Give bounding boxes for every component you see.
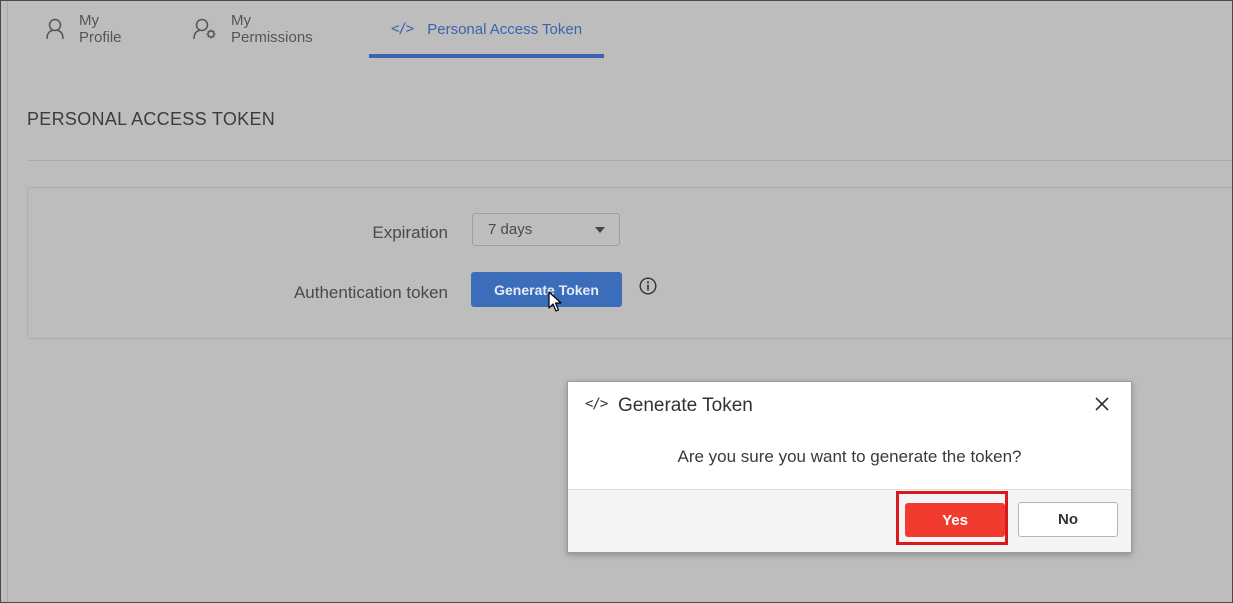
user-gear-icon — [193, 18, 217, 40]
expiration-select[interactable]: 7 days — [472, 213, 620, 246]
mouse-pointer-icon — [548, 291, 562, 313]
yes-button[interactable]: Yes — [905, 503, 1005, 537]
user-icon — [45, 18, 65, 40]
left-divider — [7, 1, 8, 602]
expiration-value: 7 days — [488, 221, 533, 238]
title-divider — [27, 160, 1232, 161]
tab-label: My Permissions — [231, 12, 313, 46]
active-tab-indicator — [369, 54, 604, 58]
dialog-message: Are you sure you want to generate the to… — [677, 447, 1022, 466]
close-icon[interactable] — [1093, 395, 1111, 413]
tab-my-permissions[interactable]: My Permissions — [193, 1, 313, 57]
expiration-label: Expiration — [372, 223, 448, 242]
tab-my-profile[interactable]: My Profile — [45, 1, 122, 57]
token-settings-panel: Expiration 7 days Authentication token G… — [27, 187, 1232, 339]
dialog-title: Generate Token — [618, 395, 753, 416]
dialog-footer: Yes No — [568, 489, 1131, 552]
code-icon: </> — [585, 396, 608, 412]
tab-personal-access-token[interactable]: </> Personal Access Token — [369, 1, 604, 57]
generate-token-dialog: </> Generate Token Are you sure you want… — [567, 381, 1132, 553]
chevron-down-icon — [595, 227, 605, 233]
dialog-header: </> Generate Token — [568, 382, 1131, 430]
app-window: My Profile My Permissions </> Personal A… — [0, 0, 1233, 603]
auth-token-label: Authentication token — [293, 283, 448, 302]
generate-token-button[interactable]: Generate Token — [471, 272, 622, 307]
info-icon[interactable] — [639, 277, 657, 295]
page-title: PERSONAL ACCESS TOKEN — [27, 109, 276, 129]
code-icon: </> — [390, 21, 414, 37]
no-button[interactable]: No — [1018, 502, 1118, 537]
tab-label: My Profile — [79, 12, 122, 46]
tab-label: Personal Access Token — [427, 20, 583, 38]
